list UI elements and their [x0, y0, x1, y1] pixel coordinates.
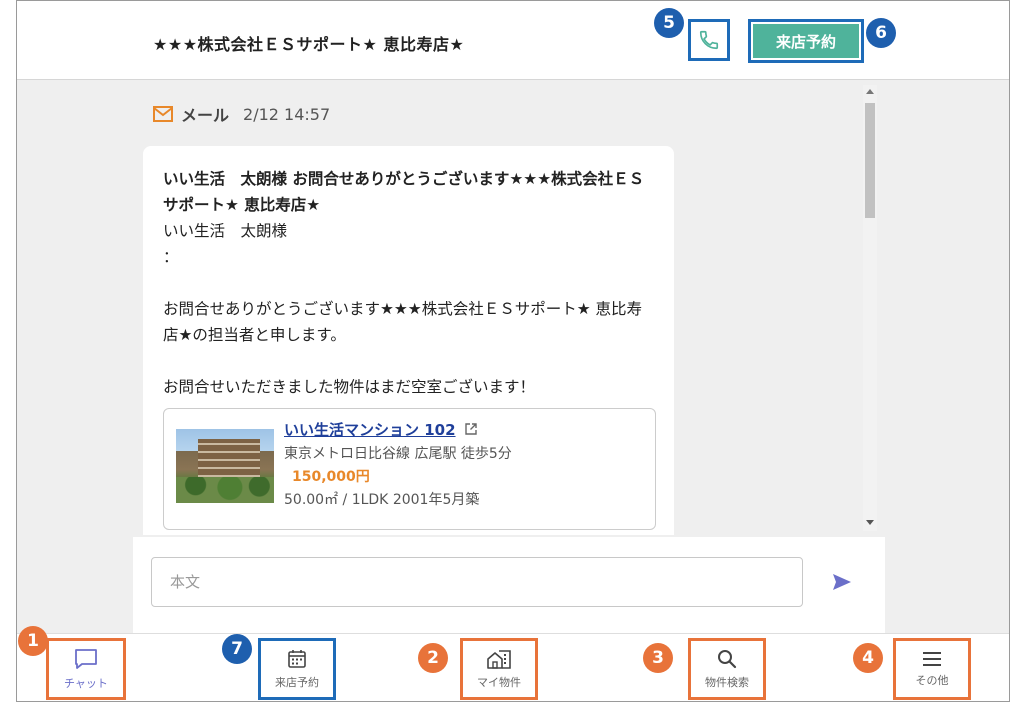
nav-reserve-label: 来店予約	[275, 676, 319, 689]
message-subject: いい生活 太朗様 お問合せありがとうございます★★★株式会社ＥＳサポート★ 恵比…	[163, 170, 645, 214]
annotation-badge-6: 6	[866, 18, 896, 48]
property-card[interactable]: いい生活マンション 102 東京メトロ日比谷線 広尾駅 徒歩5分 150,000…	[163, 408, 656, 530]
nav-property-search-label: 物件検索	[705, 676, 749, 689]
mail-icon	[153, 106, 173, 122]
property-details: 50.00㎡ / 1LDK 2001年5月築	[284, 492, 480, 508]
send-icon	[833, 574, 851, 590]
annotation-badge-7: 7	[222, 634, 252, 664]
message-input[interactable]	[151, 557, 803, 607]
nav-other[interactable]: その他	[893, 638, 971, 700]
message-body-1: お問合せありがとうございます★★★株式会社ＥＳサポート★ 恵比寿店★の担当者と申…	[163, 300, 643, 344]
shop-title: ★★★株式会社ＥＳサポート★ 恵比寿店★	[153, 35, 465, 54]
nav-chat[interactable]: チャット	[46, 638, 126, 700]
phone-button[interactable]	[688, 19, 730, 61]
chat-scrollbar[interactable]	[863, 85, 877, 531]
calendar-icon	[288, 650, 306, 668]
property-price: 150,000円	[292, 469, 370, 485]
nav-other-label: その他	[915, 674, 949, 687]
app-frame: ★★★株式会社ＥＳサポート★ 恵比寿店★ 来店予約 メール 2/12 14:57…	[16, 0, 1010, 702]
external-link-icon[interactable]	[464, 422, 478, 436]
message-composer	[133, 537, 885, 633]
annotation-badge-2: 2	[418, 643, 448, 673]
message-timestamp: 2/12 14:57	[243, 104, 331, 124]
property-name-link[interactable]: いい生活マンション 102	[284, 421, 456, 439]
chat-bubble-icon	[75, 649, 97, 669]
search-icon	[718, 650, 737, 669]
property-photo	[176, 429, 274, 503]
header: ★★★株式会社ＥＳサポート★ 恵比寿店★ 来店予約	[17, 1, 1009, 80]
reserve-visit-label: 来店予約	[753, 24, 859, 58]
channel-label: メール	[181, 106, 230, 125]
building-home-icon	[487, 650, 511, 669]
nav-my-property-label: マイ物件	[477, 676, 521, 689]
property-access: 東京メトロ日比谷線 広尾駅 徒歩5分	[284, 446, 512, 462]
scrollbar-thumb[interactable]	[865, 103, 875, 218]
annotation-badge-3: 3	[643, 643, 673, 673]
message-body-2: お問合せいただきました物件はまだ空室ございます！	[163, 378, 536, 396]
annotation-badge-1: 1	[18, 626, 48, 656]
send-button[interactable]	[829, 569, 855, 595]
hamburger-menu-icon	[923, 652, 941, 666]
nav-chat-label: チャット	[64, 677, 108, 690]
message-bubble: いい生活 太朗様 お問合せありがとうございます★★★株式会社ＥＳサポート★ 恵比…	[143, 146, 674, 535]
nav-my-property[interactable]: マイ物件	[460, 638, 538, 700]
reserve-visit-button[interactable]: 来店予約	[748, 19, 864, 63]
nav-property-search[interactable]: 物件検索	[688, 638, 766, 700]
scroll-down-arrow-icon[interactable]	[866, 520, 874, 525]
message-colon: ：	[163, 248, 179, 266]
annotation-badge-4: 4	[853, 643, 883, 673]
scroll-up-arrow-icon[interactable]	[866, 89, 874, 94]
phone-icon	[699, 30, 719, 50]
nav-reserve[interactable]: 来店予約	[258, 638, 336, 700]
property-info: いい生活マンション 102 東京メトロ日比谷線 広尾駅 徒歩5分 150,000…	[284, 419, 512, 512]
message-greeting: いい生活 太朗様	[163, 222, 288, 240]
annotation-badge-5: 5	[654, 8, 684, 38]
message-meta: メール 2/12 14:57	[153, 102, 330, 126]
chat-messages[interactable]: メール 2/12 14:57 いい生活 太朗様 お問合せありがとうございます★★…	[17, 80, 869, 535]
